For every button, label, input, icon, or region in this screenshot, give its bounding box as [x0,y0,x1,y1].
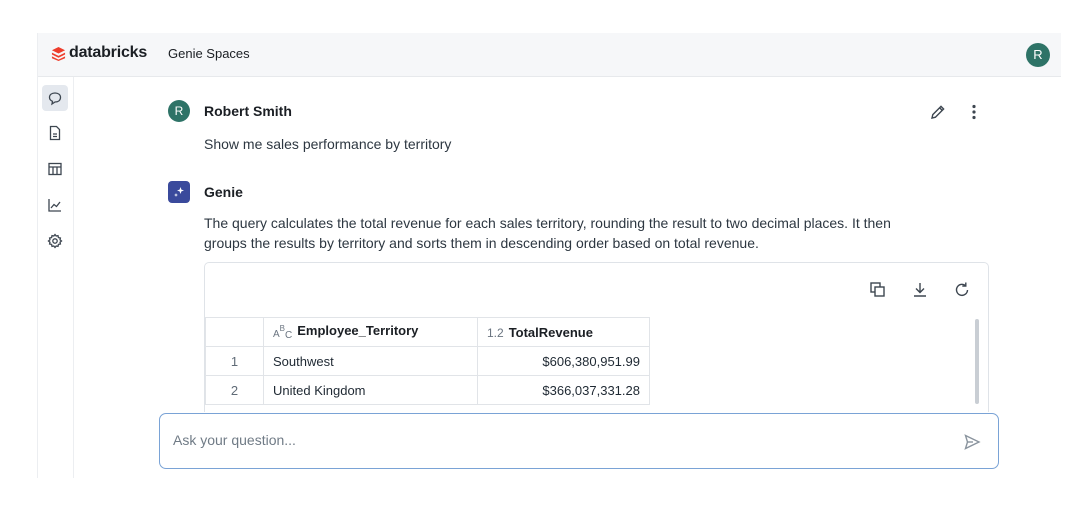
genie-response-line-2: groups the results by territory and sort… [204,235,759,251]
territory-cell: United Kingdom [263,375,478,405]
databricks-logo[interactable]: databricks [51,44,147,62]
question-input[interactable] [173,432,933,448]
top-bar: databricks Genie Spaces R [38,33,1061,77]
genie-response-line-1: The query calculates the total revenue f… [204,215,891,231]
sidebar-item-settings[interactable] [42,228,68,254]
gear-icon [47,233,63,249]
table-header-row: ABC Employee_Territory 1.2 TotalRevenue [205,317,650,347]
table-icon [48,162,62,176]
user-avatar[interactable]: R [1026,43,1050,67]
result-table: ABC Employee_Territory 1.2 TotalRevenue 1 … [205,317,650,405]
sidebar-item-documents[interactable] [42,120,68,146]
column-label: Employee_Territory [297,323,419,338]
row-index: 1 [205,346,264,376]
genie-avatar [168,181,190,203]
sparkle-icon [174,187,184,197]
genie-author: Genie [204,184,243,200]
refresh-icon [955,282,969,296]
refresh-button[interactable] [952,280,972,300]
question-input-box [159,413,999,469]
row-index: 2 [205,375,264,405]
string-type-icon: ABC [273,324,293,341]
sidebar-item-tables[interactable] [42,156,68,182]
send-icon[interactable] [963,433,981,451]
index-column-header [205,317,264,347]
table-row[interactable]: 2 United Kingdom $366,037,331.28 [205,375,650,405]
app-window: databricks Genie Spaces R R Robert Smith… [37,33,1061,478]
column-header-total-revenue[interactable]: 1.2 TotalRevenue [477,317,650,347]
databricks-logo-icon [51,46,66,61]
copy-button[interactable] [868,280,888,300]
column-label: TotalRevenue [508,324,593,340]
document-icon [49,125,61,141]
query-result-panel: ABC Employee_Territory 1.2 TotalRevenue 1 … [204,262,989,412]
message-avatar: R [168,100,190,122]
message-author: Robert Smith [204,103,292,119]
revenue-cell: $606,380,951.99 [477,346,650,376]
sidebar-item-chat[interactable] [42,85,68,111]
column-header-employee-territory[interactable]: ABC Employee_Territory [263,317,478,347]
more-options-icon[interactable] [967,103,981,121]
numeric-type-tag: 1.2 [487,325,504,340]
revenue-cell: $366,037,331.28 [477,375,650,405]
sidebar [38,77,74,478]
result-toolbar [868,280,972,300]
table-row[interactable]: 1 Southwest $606,380,951.99 [205,346,650,376]
user-question-text: Show me sales performance by territory [204,136,452,152]
brand-name: databricks [69,44,148,61]
result-scrollbar[interactable] [975,319,979,404]
chart-icon [48,199,61,212]
territory-cell: Southwest [263,346,478,376]
chat-icon [48,92,62,106]
download-icon [914,283,926,297]
pencil-icon[interactable] [929,103,947,121]
space-title[interactable]: Genie Spaces [168,46,250,61]
sidebar-item-charts[interactable] [42,192,68,218]
copy-icon [870,282,885,297]
download-button[interactable] [910,280,930,300]
